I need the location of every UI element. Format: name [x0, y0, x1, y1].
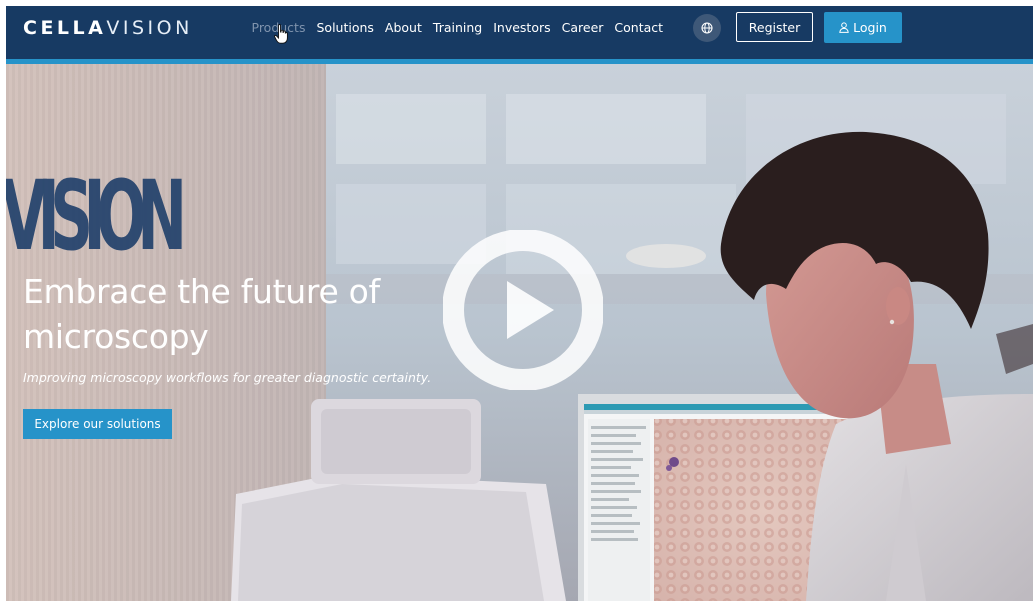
login-label: Login — [853, 20, 887, 35]
hero-title: Embrace the future of microscopy — [23, 272, 380, 356]
nav-item-investors[interactable]: Investors — [488, 19, 556, 37]
user-icon — [839, 22, 849, 33]
top-navigation-bar: CELLAVISION Products Solutions About Tra… — [6, 6, 1033, 59]
browser-viewport: CELLAVISION Products Solutions About Tra… — [6, 6, 1033, 601]
explore-solutions-button[interactable]: Explore our solutions — [23, 409, 172, 439]
nav-item-training[interactable]: Training — [427, 19, 487, 37]
cellavision-logo[interactable]: CELLA VISION — [23, 16, 193, 40]
login-button[interactable]: Login — [824, 12, 902, 43]
globe-icon — [701, 22, 713, 34]
wall-sign-text: VISION — [6, 160, 187, 272]
nav-item-solutions[interactable]: Solutions — [311, 19, 379, 37]
logo-thin-part: VISION — [106, 17, 193, 39]
nav-item-contact[interactable]: Contact — [609, 19, 669, 37]
hand-pointer-cursor-icon — [274, 24, 288, 44]
play-icon — [507, 281, 554, 339]
hero-section: VISION — [6, 64, 1033, 601]
nav-item-about[interactable]: About — [379, 19, 427, 37]
nav-item-career[interactable]: Career — [556, 19, 609, 37]
logo-bold-part: CELLA — [23, 17, 107, 39]
play-video-button[interactable] — [443, 230, 603, 390]
register-button[interactable]: Register — [736, 12, 813, 42]
hero-subtitle: Improving microscopy workflows for great… — [23, 370, 432, 385]
language-selector-button[interactable] — [693, 14, 721, 42]
main-menu: Products Solutions About Training Invest… — [246, 19, 669, 37]
